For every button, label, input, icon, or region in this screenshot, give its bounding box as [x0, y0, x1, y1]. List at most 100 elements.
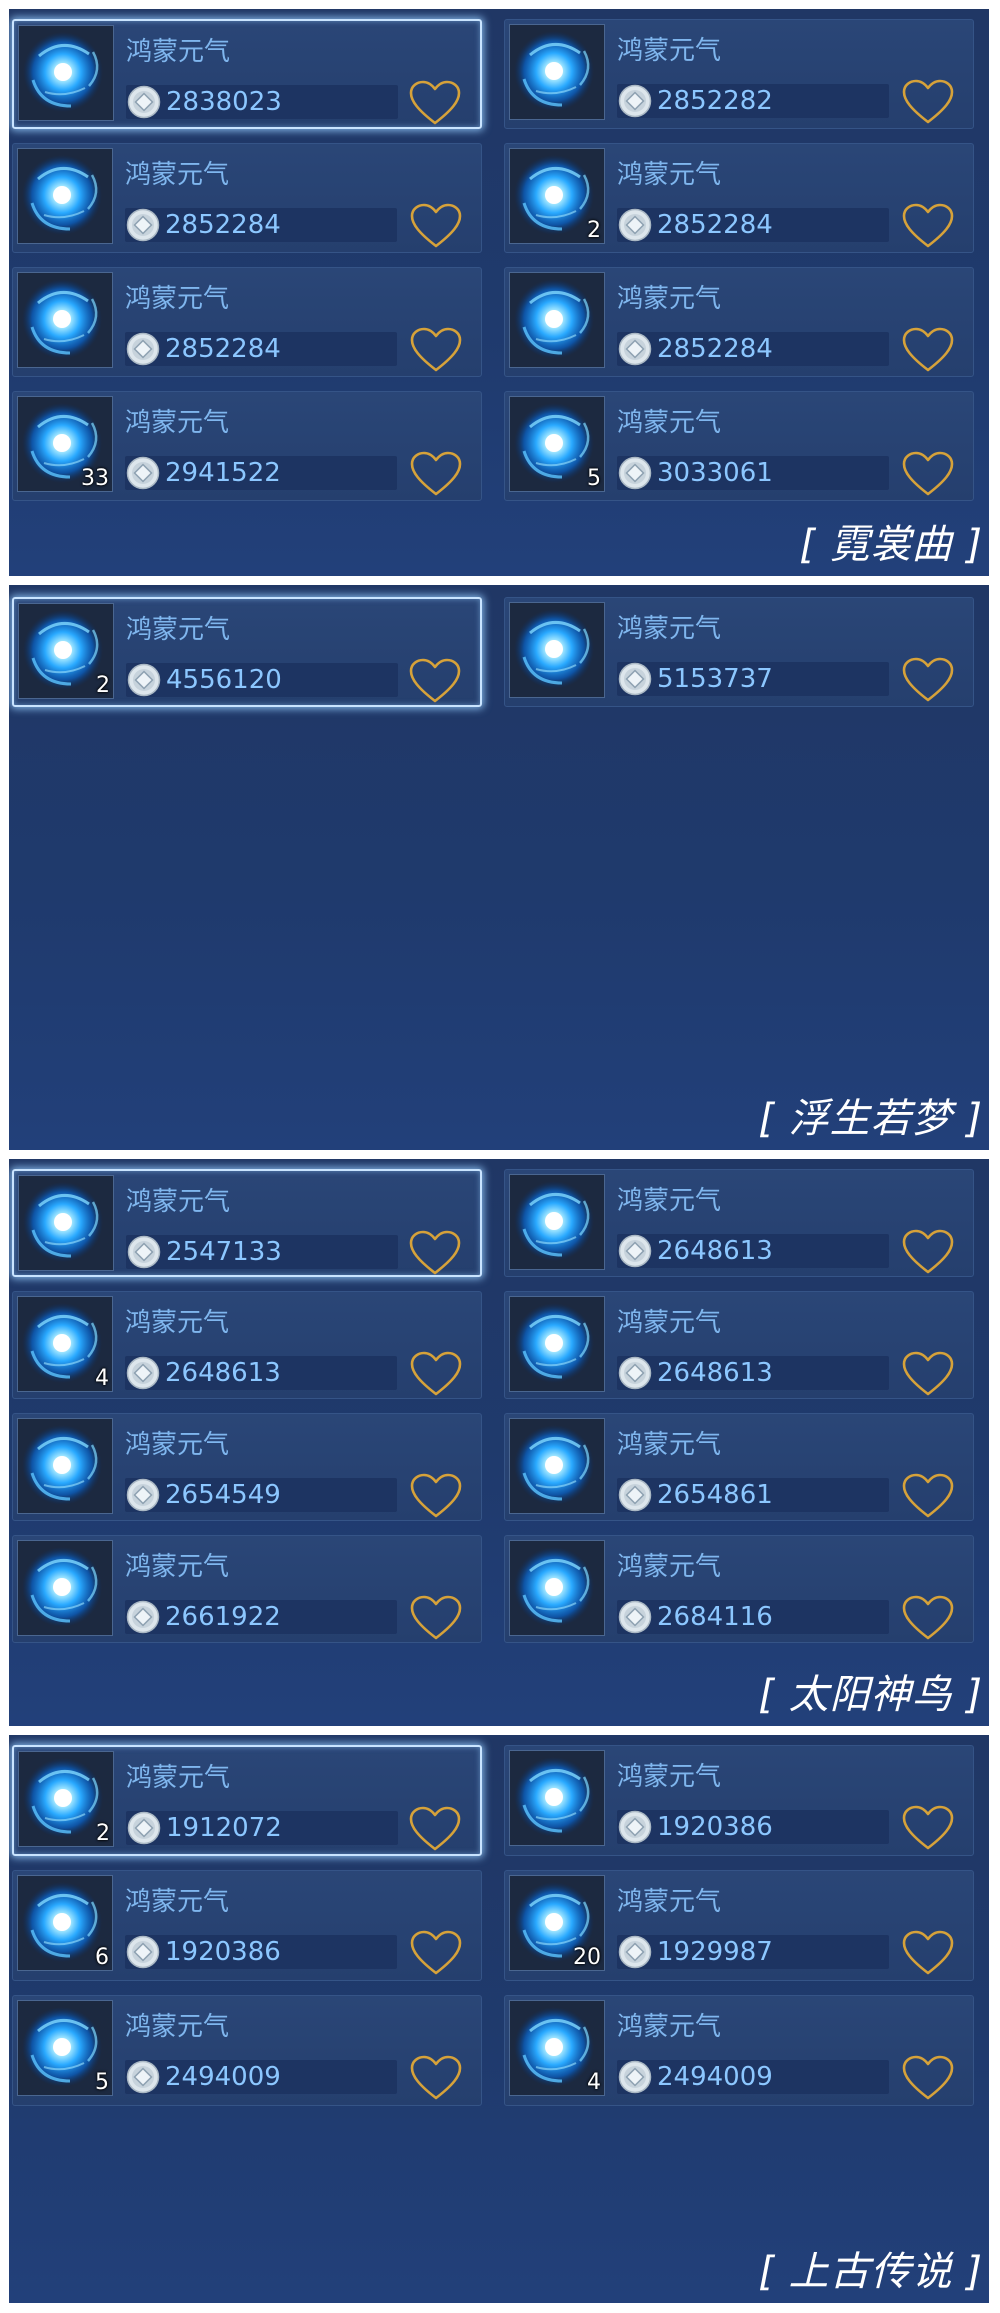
- item-icon-frame[interactable]: [17, 148, 113, 244]
- heart-outline-icon[interactable]: [409, 1594, 463, 1642]
- heart-outline-icon[interactable]: [409, 202, 463, 250]
- item-slot[interactable]: 鸿蒙元气 2852282: [504, 19, 974, 129]
- item-price: 2684116: [657, 1602, 773, 1632]
- price-bar: 1912072: [126, 1811, 398, 1845]
- item-slot[interactable]: 2 鸿蒙元气 2852284: [504, 143, 974, 253]
- heart-outline-icon[interactable]: [409, 450, 463, 498]
- item-price: 2852282: [657, 86, 773, 116]
- item-slot[interactable]: 鸿蒙元气 2661922: [12, 1535, 482, 1643]
- item-icon-frame[interactable]: [18, 25, 114, 121]
- heart-outline-icon[interactable]: [901, 1594, 955, 1642]
- item-icon-frame[interactable]: 33: [17, 396, 113, 492]
- item-icon-frame[interactable]: 6: [17, 1875, 113, 1971]
- heart-outline-icon[interactable]: [409, 1929, 463, 1977]
- item-name: 鸿蒙元气: [126, 615, 231, 645]
- price-bar: 4556120: [126, 663, 398, 697]
- heart-outline-icon[interactable]: [409, 1472, 463, 1520]
- item-icon-frame[interactable]: 4: [17, 1296, 113, 1392]
- heart-outline-icon[interactable]: [901, 1472, 955, 1520]
- item-slot[interactable]: 6 鸿蒙元气 1920386: [12, 1870, 482, 1981]
- heart-outline-icon[interactable]: [901, 656, 955, 704]
- item-slot[interactable]: 鸿蒙元气 2838023: [12, 19, 482, 129]
- stack-count: 2: [96, 673, 110, 698]
- item-slot[interactable]: 20 鸿蒙元气 1929987: [504, 1870, 974, 1981]
- item-icon-frame[interactable]: [18, 1175, 114, 1271]
- item-slot[interactable]: 鸿蒙元气 1920386: [504, 1745, 974, 1856]
- item-icon-frame[interactable]: 4: [509, 2000, 605, 2096]
- item-icon-frame[interactable]: [509, 24, 605, 120]
- heart-outline-icon[interactable]: [901, 202, 955, 250]
- item-icon-frame[interactable]: [509, 1750, 605, 1846]
- item-name: 鸿蒙元气: [617, 614, 722, 644]
- heart-outline-icon[interactable]: [409, 326, 463, 374]
- heart-outline-icon[interactable]: [409, 2054, 463, 2102]
- heart-outline-icon[interactable]: [901, 78, 955, 126]
- item-icon-frame[interactable]: [509, 602, 605, 698]
- item-price: 2852284: [165, 334, 281, 364]
- item-icon-frame[interactable]: 2: [18, 1751, 114, 1847]
- item-icon-frame[interactable]: [17, 1418, 113, 1514]
- silver-coin-icon: [618, 662, 652, 696]
- item-slot[interactable]: 鸿蒙元气 2654549: [12, 1413, 482, 1521]
- panel-shanggu: 2 鸿蒙元气 1912072 鸿蒙元气 1920386 6 鸿蒙元气 1920386 20 鸿蒙元…: [9, 1735, 989, 2303]
- item-slot[interactable]: 鸿蒙元气 2852284: [504, 267, 974, 377]
- heart-outline-icon[interactable]: [901, 1929, 955, 1977]
- item-name: 鸿蒙元气: [126, 37, 231, 67]
- heart-outline-icon[interactable]: [408, 1805, 462, 1853]
- blue-vortex-orb-icon: [510, 273, 604, 367]
- price-bar: 2547133: [126, 1235, 398, 1269]
- heart-outline-icon[interactable]: [901, 326, 955, 374]
- item-slot[interactable]: 鸿蒙元气 2547133: [12, 1169, 482, 1277]
- item-icon-frame[interactable]: [17, 272, 113, 368]
- item-icon-frame[interactable]: [509, 1296, 605, 1392]
- item-slot[interactable]: 5 鸿蒙元气 3033061: [504, 391, 974, 501]
- heart-outline-icon[interactable]: [409, 1350, 463, 1398]
- item-slot[interactable]: 4 鸿蒙元气 2648613: [12, 1291, 482, 1399]
- heart-outline-icon[interactable]: [408, 79, 462, 127]
- heart-outline-icon[interactable]: [901, 2054, 955, 2102]
- item-slot[interactable]: 鸿蒙元气 2852284: [12, 267, 482, 377]
- item-price: 1912072: [166, 1813, 282, 1843]
- stack-count: 20: [573, 1945, 601, 1970]
- silver-coin-icon: [618, 332, 652, 366]
- item-icon-frame[interactable]: 2: [509, 148, 605, 244]
- item-icon-frame[interactable]: [509, 1174, 605, 1270]
- blue-vortex-orb-icon: [510, 603, 604, 697]
- item-name: 鸿蒙元气: [617, 36, 722, 66]
- item-slot[interactable]: 4 鸿蒙元气 2494009: [504, 1995, 974, 2106]
- price-bar: 2648613: [617, 1356, 889, 1390]
- item-icon-frame[interactable]: 5: [509, 396, 605, 492]
- heart-outline-icon[interactable]: [408, 657, 462, 705]
- silver-coin-icon: [618, 1810, 652, 1844]
- item-icon-frame[interactable]: [17, 1540, 113, 1636]
- heart-outline-icon[interactable]: [901, 1350, 955, 1398]
- price-bar: 2852284: [125, 208, 397, 242]
- item-slot[interactable]: 2 鸿蒙元气 4556120: [12, 597, 482, 707]
- item-icon-frame[interactable]: 2: [18, 603, 114, 699]
- item-icon-frame[interactable]: [509, 1418, 605, 1514]
- item-price: 2648613: [165, 1358, 281, 1388]
- item-icon-frame[interactable]: 5: [17, 2000, 113, 2096]
- item-icon-frame[interactable]: [509, 272, 605, 368]
- item-slot[interactable]: 鸿蒙元气 2648613: [504, 1169, 974, 1277]
- stack-count: 5: [95, 2070, 109, 2095]
- silver-coin-icon: [126, 456, 160, 490]
- price-bar: 2684116: [617, 1600, 889, 1634]
- item-icon-frame[interactable]: [509, 1540, 605, 1636]
- heart-outline-icon[interactable]: [901, 1228, 955, 1276]
- heart-outline-icon[interactable]: [408, 1229, 462, 1277]
- price-bar: 2838023: [126, 85, 398, 119]
- heart-outline-icon[interactable]: [901, 1804, 955, 1852]
- item-slot[interactable]: 鸿蒙元气 2648613: [504, 1291, 974, 1399]
- item-slot[interactable]: 鸿蒙元气 2852284: [12, 143, 482, 253]
- item-name: 鸿蒙元气: [617, 160, 722, 190]
- item-slot[interactable]: 2 鸿蒙元气 1912072: [12, 1745, 482, 1856]
- item-slot[interactable]: 5 鸿蒙元气 2494009: [12, 1995, 482, 2106]
- heart-outline-icon[interactable]: [901, 450, 955, 498]
- item-slot[interactable]: 鸿蒙元气 2654861: [504, 1413, 974, 1521]
- item-name: 鸿蒙元气: [617, 1308, 722, 1338]
- item-slot[interactable]: 33 鸿蒙元气 2941522: [12, 391, 482, 501]
- item-icon-frame[interactable]: 20: [509, 1875, 605, 1971]
- item-slot[interactable]: 鸿蒙元气 5153737: [504, 597, 974, 707]
- item-slot[interactable]: 鸿蒙元气 2684116: [504, 1535, 974, 1643]
